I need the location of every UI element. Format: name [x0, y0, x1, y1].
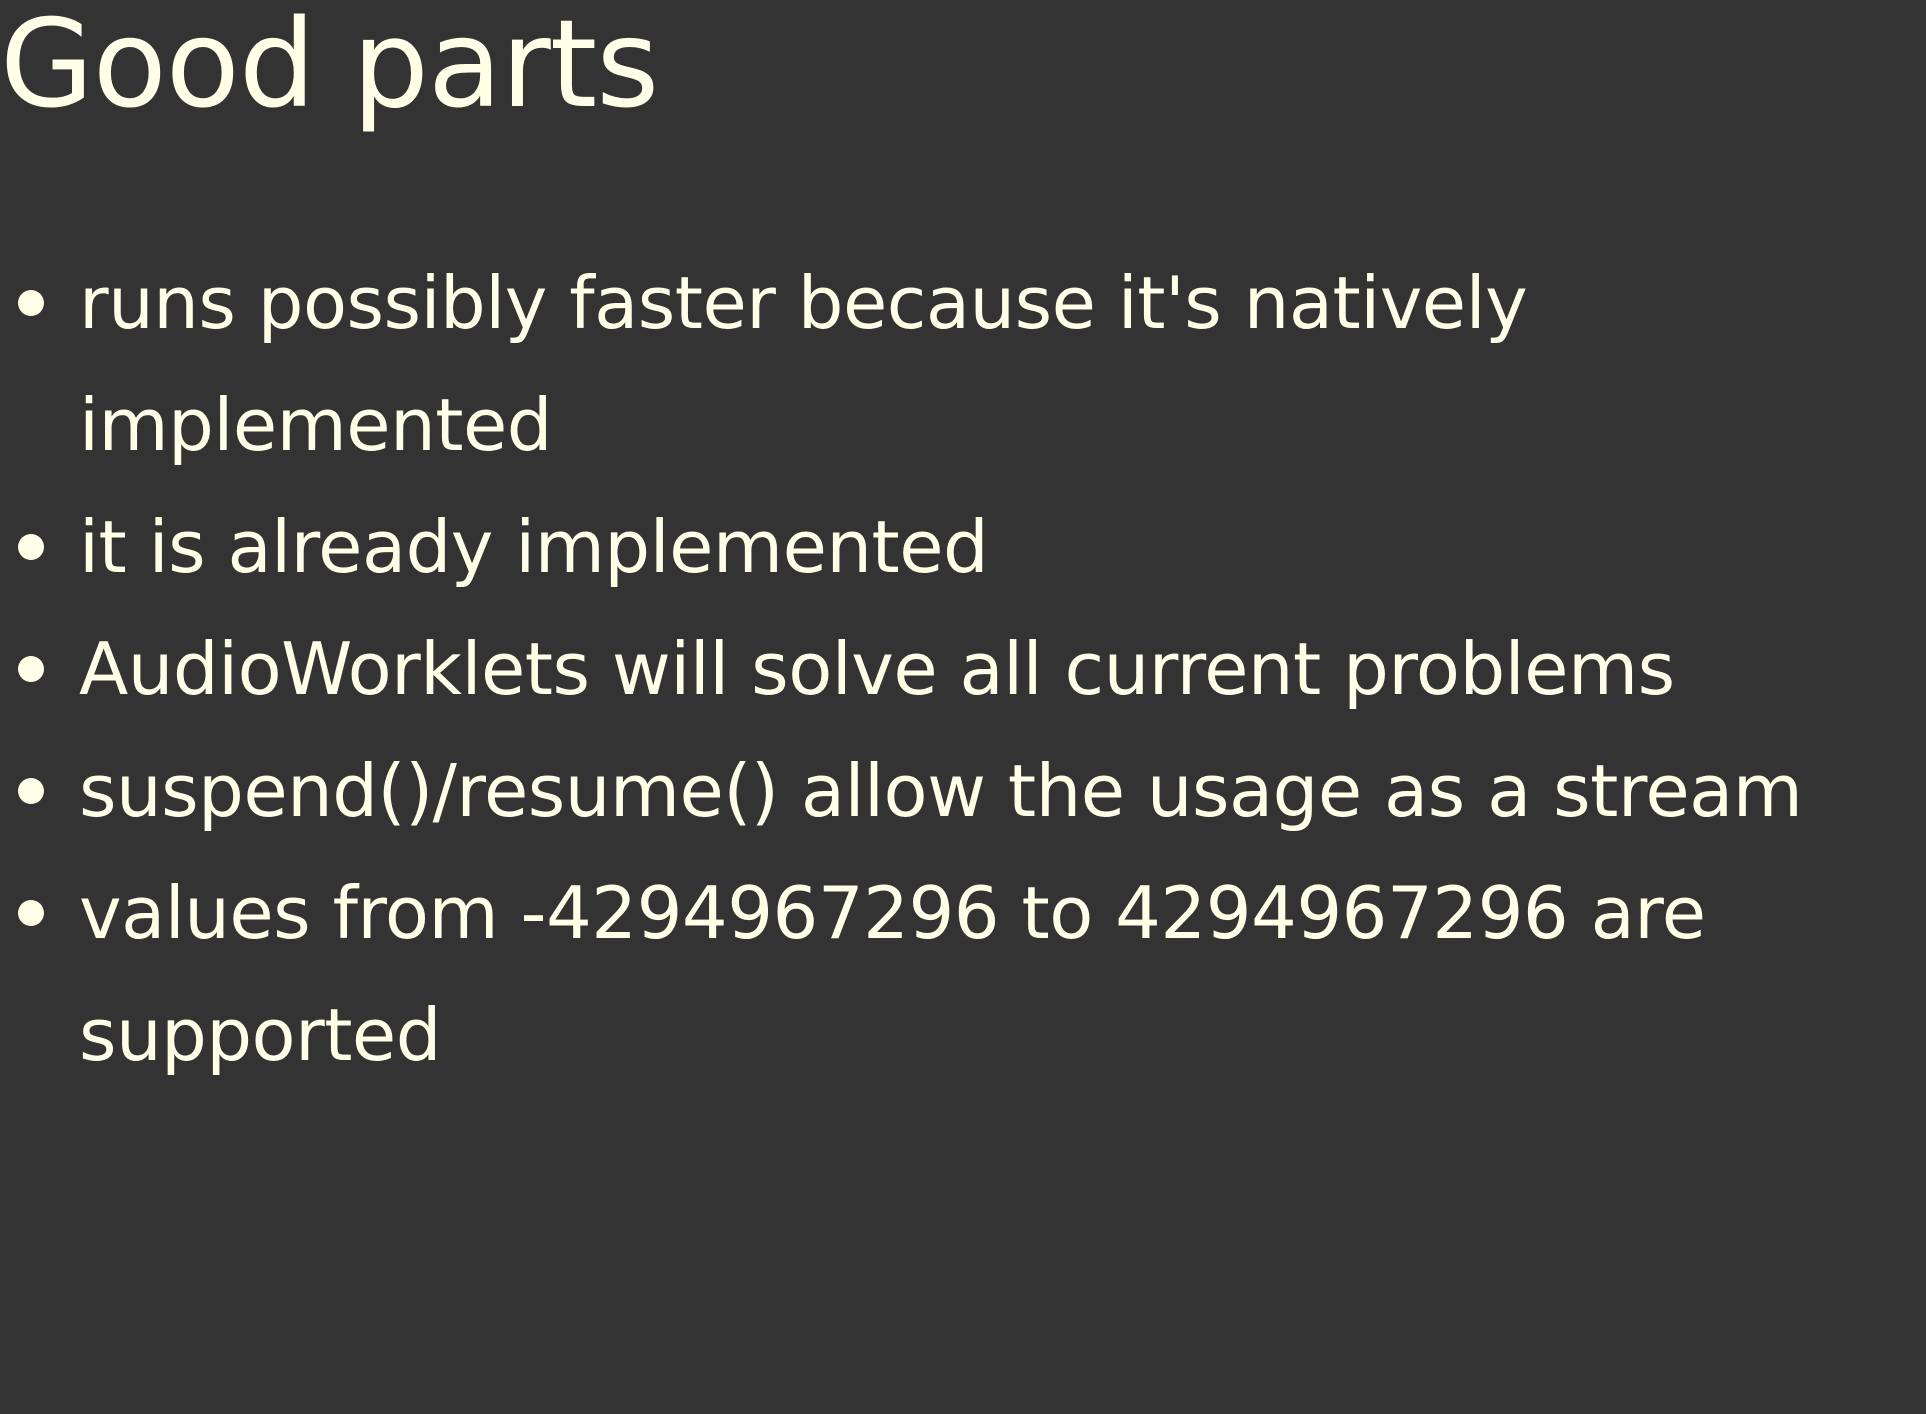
list-item: it is already implemented — [0, 486, 1920, 608]
list-item-text: runs possibly faster because it's native… — [79, 261, 1528, 467]
list-item-text: values from -4294967296 to 4294967296 ar… — [79, 871, 1706, 1077]
slide-title: Good parts — [0, 0, 659, 135]
slide: Good parts runs possibly faster because … — [0, 0, 1926, 1414]
bullet-list: runs possibly faster because it's native… — [0, 242, 1920, 1096]
bullet-icon — [18, 778, 44, 804]
list-item-text: it is already implemented — [79, 505, 989, 589]
list-item-text: suspend()/resume() allow the usage as a … — [79, 749, 1803, 833]
bullet-icon — [18, 290, 44, 316]
bullet-icon — [18, 534, 44, 560]
list-item: values from -4294967296 to 4294967296 ar… — [0, 852, 1920, 1096]
list-item: AudioWorklets will solve all current pro… — [0, 608, 1920, 730]
list-item: runs possibly faster because it's native… — [0, 242, 1920, 486]
list-item: suspend()/resume() allow the usage as a … — [0, 730, 1920, 852]
bullet-icon — [18, 900, 44, 926]
bullet-icon — [18, 656, 44, 682]
list-item-text: AudioWorklets will solve all current pro… — [79, 627, 1675, 711]
